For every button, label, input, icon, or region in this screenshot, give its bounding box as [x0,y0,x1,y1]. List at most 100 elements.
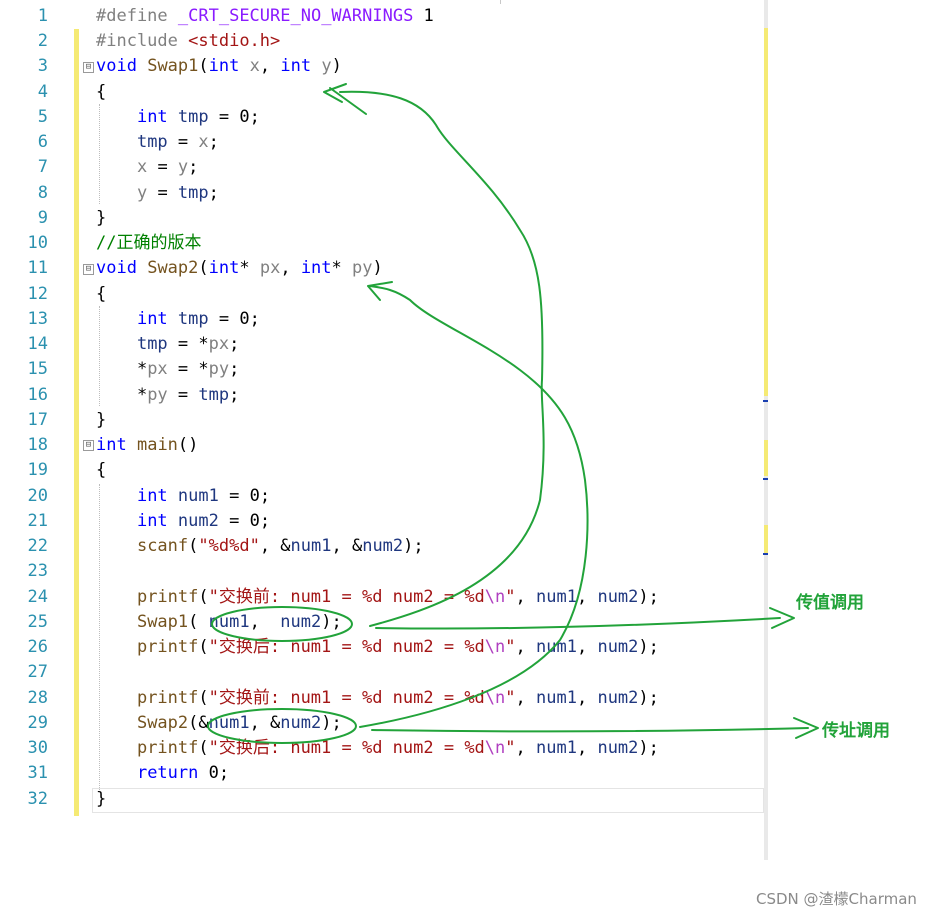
line-number: 31 [27,763,48,783]
code-line-17[interactable]: } [96,408,106,433]
code-token: ; [208,183,219,203]
change-marker [764,440,768,476]
code-token: , [259,56,281,76]
keyword: int [136,486,168,506]
code-token: ; [229,385,240,405]
code-line-32[interactable]: } [96,787,106,812]
code-token: ( [188,536,199,556]
collapse-icon[interactable]: ⊟ [83,62,94,73]
code-line-2[interactable]: #include <stdio.h> [96,29,280,54]
local-variable: num2 [597,637,639,657]
code-editor[interactable]: ⊟ ⊟ ⊟ 1 2 3 4 5 6 7 8 9 10 11 12 13 14 1… [0,0,768,860]
code-token: 0; [198,763,230,783]
code-line-26[interactable]: printf("交换后: num1 = %d num2 = %d\n", num… [96,635,659,660]
change-marker [764,28,768,396]
collapse-icon[interactable]: ⊟ [83,264,94,275]
function-name: scanf [136,536,189,556]
code-token: * [96,385,148,405]
code-line-11[interactable]: void Swap2(int* px, int* py) [96,256,383,281]
code-line-4[interactable]: { [96,80,106,105]
code-token: ); [638,637,659,657]
local-variable: num2 [597,738,639,758]
line-number: 12 [27,284,48,304]
code-token: * [96,359,148,379]
local-variable: num1 [536,637,577,657]
code-token: ( [198,688,209,708]
code-token: = [167,132,199,152]
code-line-16[interactable]: *py = tmp; [96,383,239,408]
code-line-24[interactable]: printf("交换前: num1 = %d num2 = %d\n", num… [96,585,659,610]
string-literal: "交换前: num1 = %d num2 = %d [208,587,485,607]
code-line-31[interactable]: return 0; [96,761,229,786]
code-line-20[interactable]: int num1 = 0; [96,484,270,509]
function-name: Swap2 [147,258,199,278]
code-token: ; [229,334,240,354]
code-line-3[interactable]: void Swap1(int x, int y) [96,54,342,79]
code-token: ( [188,612,209,632]
code-line-21[interactable]: int num2 = 0; [96,509,270,534]
keyword: int [208,56,240,76]
escape-sequence: \n [484,738,506,758]
code-line-18[interactable]: int main() [96,433,198,458]
scroll-marker [763,478,768,480]
watermark: CSDN @渣檬Charman [756,890,917,908]
code-line-13[interactable]: int tmp = 0; [96,307,260,332]
line-number: 5 [37,107,48,127]
function-name: Swap2 [136,713,189,733]
code-line-12[interactable]: { [96,282,106,307]
local-variable: tmp [136,334,168,354]
code-line-1[interactable]: #define _CRT_SECURE_NO_WARNINGS 1 [96,4,434,29]
line-number: 14 [27,334,48,354]
local-variable: num1 [177,486,219,506]
code-line-6[interactable]: tmp = x; [96,130,219,155]
parameter: px [259,258,281,278]
code-line-9[interactable]: } [96,206,106,231]
keyword: void [96,56,137,76]
call-by-value-label: 传值调用 [796,593,864,613]
code-token: } [96,789,107,809]
code-line-28[interactable]: printf("交换前: num1 = %d num2 = %d\n", num… [96,686,659,711]
line-number: 25 [27,612,48,632]
parameter: x [198,132,209,152]
code-token: = 0; [218,511,271,531]
code-token: ); [321,713,342,733]
function-name: main [136,435,178,455]
current-line-highlight [92,788,764,813]
line-number: 23 [27,561,48,581]
line-number: 17 [27,410,48,430]
code-line-10[interactable]: //正确的版本 [96,231,201,256]
code-line-29[interactable]: Swap2(&num1, &num2); [96,711,342,736]
code-line-30[interactable]: printf("交换后: num1 = %d num2 = %d\n", num… [96,736,659,761]
parameter: px [147,359,168,379]
code-line-15[interactable]: *px = *py; [96,357,239,382]
code-line-7[interactable]: x = y; [96,155,198,180]
comment: //正确的版本 [96,233,202,253]
local-variable: tmp [136,132,168,152]
parameter: py [208,359,230,379]
keyword: int [96,435,127,455]
line-number: 32 [27,789,48,809]
line-number: 8 [37,183,48,203]
code-line-25[interactable]: Swap1( num1, num2); [96,610,342,635]
code-token: , [515,688,537,708]
code-line-14[interactable]: tmp = *px; [96,332,239,357]
collapse-icon[interactable]: ⊟ [83,440,94,451]
code-line-8[interactable]: y = tmp; [96,181,219,206]
code-token: = [167,385,199,405]
code-line-22[interactable]: scanf("%d%d", &num1, &num2); [96,534,424,559]
local-variable: num1 [536,587,577,607]
keyword: int [208,258,240,278]
code-line-5[interactable]: int tmp = 0; [96,105,260,130]
keyword: int [136,309,168,329]
include-path: <stdio.h> [188,31,281,51]
code-line-19[interactable]: { [96,458,106,483]
